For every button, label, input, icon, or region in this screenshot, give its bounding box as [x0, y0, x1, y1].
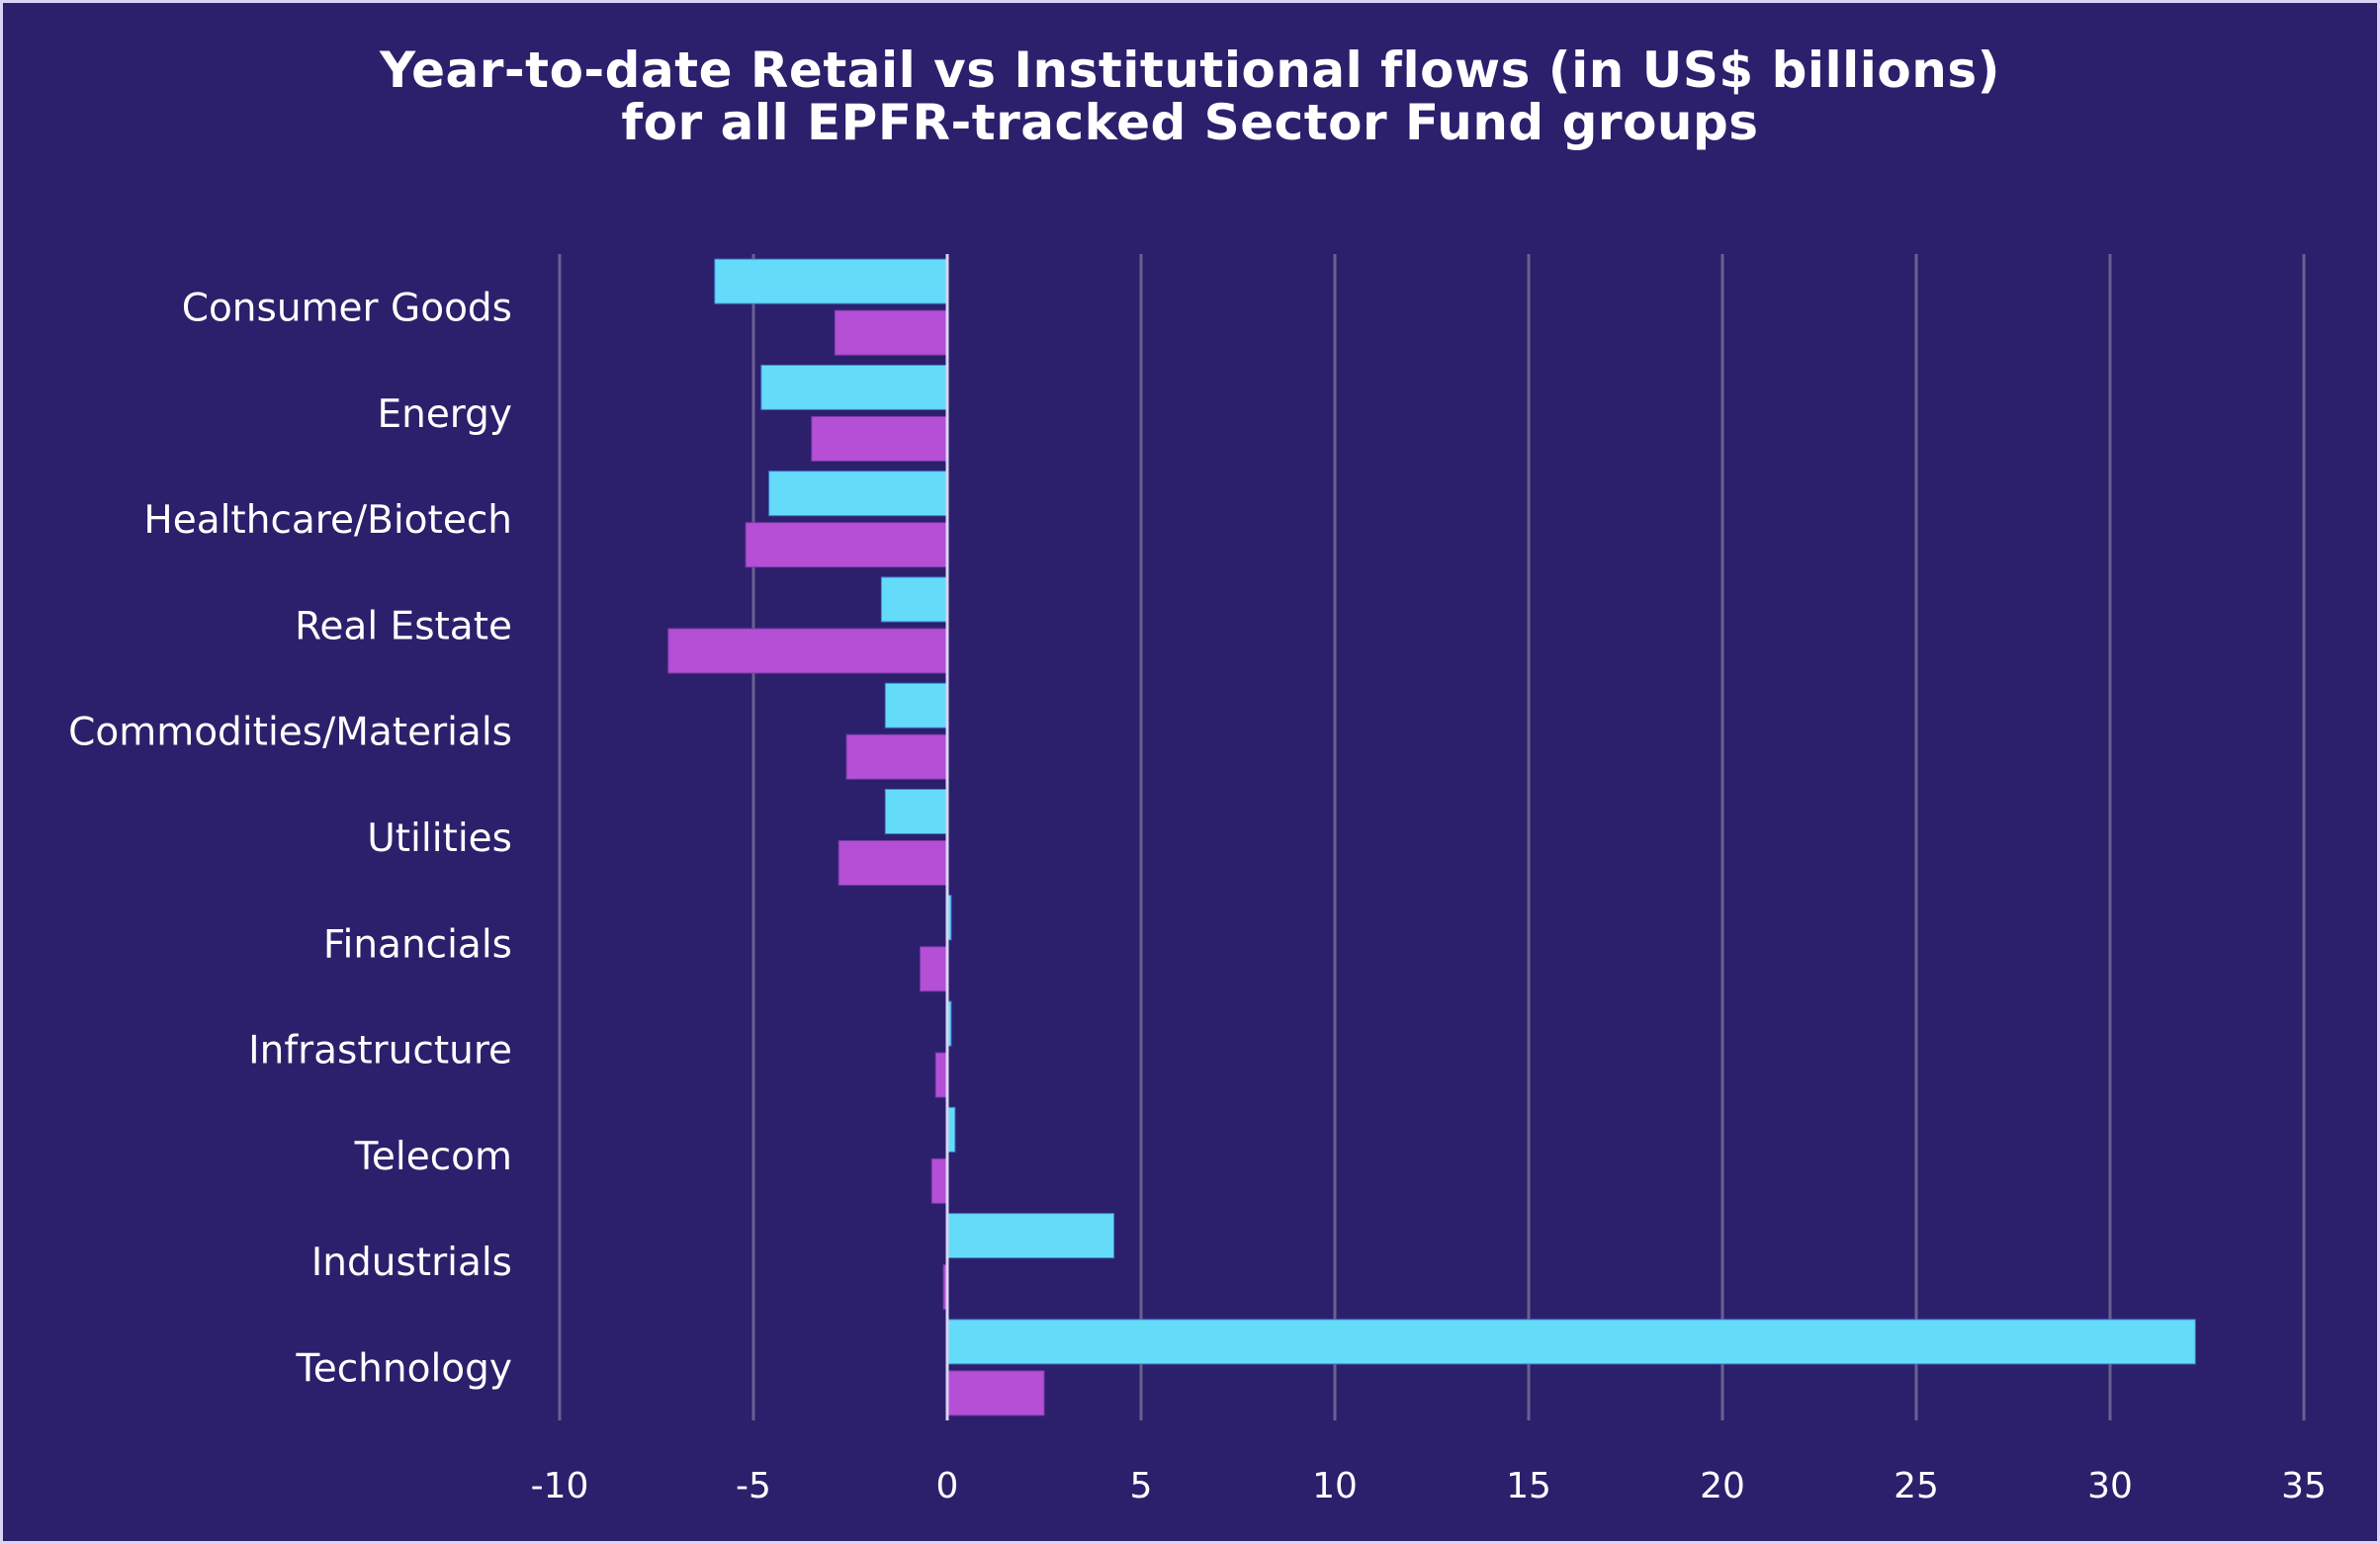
- category-label: Real Estate: [295, 604, 512, 648]
- bar-institutional-healthcare-biotech: [745, 522, 948, 568]
- category-label: Utilities: [367, 816, 512, 861]
- bar-institutional-utilities: [837, 840, 948, 886]
- x-tick-label: 25: [1894, 1466, 1939, 1506]
- x-tick-label: 20: [1700, 1466, 1745, 1506]
- bar-retail-consumer-goods: [714, 258, 948, 304]
- bars: [667, 258, 2196, 1416]
- category-label: Healthcare/Biotech: [143, 498, 512, 543]
- category-label: Financials: [323, 922, 512, 967]
- bar-chart: Consumer Goods Energy Healthcare/Biotech Re…: [68, 254, 2327, 1506]
- x-tick-label: 10: [1312, 1466, 1358, 1506]
- x-tick-label: 30: [2087, 1466, 2133, 1506]
- bar-institutional-real-estate: [667, 628, 948, 674]
- bar-retail-industrials: [946, 1213, 1115, 1259]
- x-tick-label: 5: [1130, 1466, 1153, 1506]
- category-label: Consumer Goods: [182, 287, 512, 331]
- x-tick-label: 35: [2281, 1466, 2327, 1506]
- bar-retail-energy: [760, 364, 948, 410]
- category-label: Industrials: [311, 1241, 512, 1285]
- bar-institutional-telecom: [930, 1158, 948, 1204]
- bar-institutional-energy: [811, 415, 948, 462]
- category-label: Energy: [377, 392, 512, 437]
- bar-institutional-infrastructure: [934, 1052, 948, 1098]
- x-tick-label: -5: [736, 1466, 771, 1506]
- bar-institutional-financials: [920, 946, 948, 992]
- bar-retail-real-estate: [880, 576, 948, 623]
- category-label: Telecom: [354, 1135, 512, 1179]
- bar-institutional-consumer-goods: [834, 309, 948, 356]
- bar-retail-technology: [946, 1319, 2196, 1365]
- category-label: Commodities/Materials: [68, 711, 512, 755]
- bar-institutional-commodities-materials: [845, 733, 948, 780]
- category-labels: Consumer Goods Energy Healthcare/Biotech Re…: [68, 287, 512, 1392]
- category-label: Technology: [296, 1346, 512, 1391]
- bar-institutional-technology: [946, 1370, 1045, 1416]
- category-label: Infrastructure: [248, 1029, 512, 1073]
- bar-retail-commodities-materials: [884, 682, 948, 729]
- x-tick-labels: -10 -5 0 5 10 15 20 25 30 35: [531, 1466, 2327, 1506]
- x-tick-label: 15: [1506, 1466, 1551, 1506]
- x-tick-label: 0: [936, 1466, 959, 1506]
- bar-retail-healthcare-biotech: [768, 471, 948, 517]
- bar-retail-utilities: [884, 789, 948, 834]
- x-tick-label: -10: [531, 1466, 589, 1506]
